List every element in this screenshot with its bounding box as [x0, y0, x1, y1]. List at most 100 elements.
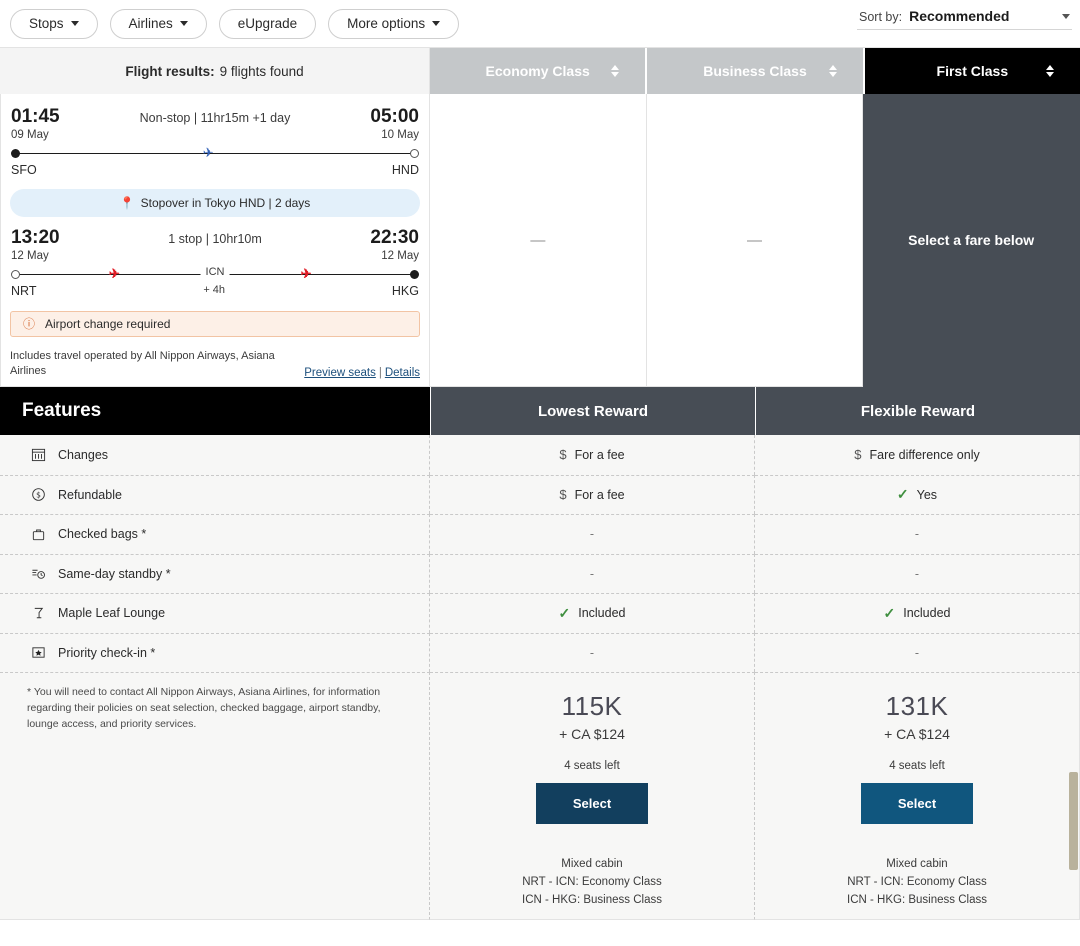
sort-by-label: Sort by: [859, 10, 903, 24]
flight-results-summary: Flight results: 9 flights found [0, 48, 430, 94]
feature-label-text: Same-day standby * [58, 566, 171, 581]
feature-value-text: Included [903, 606, 951, 621]
select-button-lowest-reward[interactable]: Select [536, 783, 648, 824]
fare-cell-economy-value: — [530, 231, 546, 249]
feature-value-refundable-lowest: $ For a fee [430, 474, 755, 514]
page-scrollbar-thumb[interactable] [1069, 772, 1078, 870]
table-row: $ Refundable $ For a fee ✓ Yes [0, 474, 1080, 514]
location-pin-icon: 📍 [119, 195, 135, 210]
mixed-cabin-line-2: ICN - HKG: Business Class [847, 893, 987, 906]
fare-cash-lowest: + CA $124 [559, 726, 625, 742]
feature-label-text: Changes [58, 447, 109, 462]
itinerary-links: Preview seats | Details [304, 367, 420, 379]
feature-value-text: - [589, 566, 595, 581]
features-column-lowest-reward: Lowest Reward [430, 387, 755, 435]
preview-seats-link[interactable]: Preview seats [304, 367, 376, 379]
chevron-down-icon [70, 21, 79, 26]
chevron-down-icon [432, 21, 441, 26]
table-row: Checked bags * - - [0, 514, 1080, 554]
features-column-flexible-reward: Flexible Reward [755, 387, 1080, 435]
leg2-stop-code: ICN [200, 265, 230, 278]
feature-label-text: Priority check-in * [58, 645, 156, 660]
select-button-flexible-reward[interactable]: Select [861, 783, 973, 824]
table-row: Maple Leaf Lounge ✓ Included ✓ Included [0, 593, 1080, 633]
mixed-cabin-title: Mixed cabin [561, 858, 623, 870]
feature-value-checked-bags-lowest: - [430, 514, 755, 554]
filter-airlines-button[interactable]: Airlines [109, 8, 207, 39]
mixed-cabin-line-2: ICN - HKG: Business Class [522, 893, 662, 906]
fare-cell-economy[interactable]: — [430, 94, 647, 387]
fare-seats-left-lowest: 4 seats left [564, 760, 620, 772]
pricing-row: * You will need to contact All Nippon Ai… [0, 672, 1080, 920]
mixed-cabin-line-1: NRT - ICN: Economy Class [847, 875, 987, 888]
table-row: Same-day standby * - - [0, 553, 1080, 593]
fare-cell-business-value: — [747, 231, 762, 249]
airport-change-warning-text: Airport change required [45, 316, 171, 331]
standby-clock-icon [30, 565, 47, 582]
filter-eupgrade-button[interactable]: eUpgrade [218, 8, 317, 39]
fare-cell-business[interactable]: — [646, 94, 864, 387]
sort-by-select[interactable]: Sort by: Recommended [857, 8, 1072, 30]
cabin-tab-business[interactable]: Business Class [647, 48, 865, 94]
priority-star-icon [30, 644, 47, 661]
feature-value-priority-check-in-lowest: - [430, 632, 755, 672]
leg1-depart-time: 01:45 [11, 106, 60, 127]
leg1-depart-date: 09 May [11, 128, 49, 141]
lounge-glass-icon [30, 605, 47, 622]
cabin-tab-economy-label: Economy Class [485, 63, 590, 79]
feature-label-priority-check-in: Priority check-in * [0, 632, 430, 672]
suitcase-icon [30, 526, 47, 543]
cabin-tab-economy[interactable]: Economy Class [430, 48, 648, 94]
feature-label-checked-bags: Checked bags * [0, 514, 430, 554]
feature-label-text: Refundable [58, 487, 122, 502]
features-header-row: Features Lowest Reward Flexible Reward [0, 387, 1080, 435]
fare-option-lowest-reward: 115K + CA $124 4 seats left Select Mixed… [430, 672, 755, 920]
leg1-arrive-date: 10 May [381, 128, 419, 141]
feature-label-refundable: $ Refundable [0, 474, 430, 514]
stopover-banner: 📍 Stopover in Tokyo HND | 2 days [10, 188, 420, 217]
refund-dollar-circle-icon: $ [30, 486, 47, 503]
fare-option-flexible-reward: 131K + CA $124 4 seats left Select Mixed… [755, 672, 1080, 920]
feature-value-text: Fare difference only [869, 447, 980, 462]
fare-cash-flexible: + CA $124 [884, 726, 950, 742]
check-icon: ✓ [558, 604, 571, 621]
cabin-tab-first-label: First Class [936, 63, 1009, 79]
dollar-icon: $ [559, 487, 567, 503]
flight-results-count: 9 flights found [219, 63, 304, 79]
leg1-summary: Non-stop | 11hr15m +1 day [139, 111, 291, 125]
leg2-arrive-time: 22:30 [370, 226, 419, 248]
feature-value-same-day-standby-flexible: - [755, 553, 1080, 593]
leg1-origin-dot [11, 148, 20, 158]
airport-change-warning: ⓘ Airport change required [10, 310, 420, 337]
feature-value-checked-bags-flexible: - [755, 514, 1080, 554]
table-row: Changes $ For a fee $ Fare difference on… [0, 435, 1080, 475]
check-icon: ✓ [883, 604, 896, 621]
fare-cell-first[interactable]: Select a fare below [863, 94, 1080, 387]
stopover-text: Stopover in Tokyo HND | 2 days [140, 195, 311, 210]
leg2-summary: 1 stop | 10hr10m [168, 231, 262, 246]
details-link[interactable]: Details [385, 367, 420, 379]
sort-arrows-icon [611, 65, 620, 77]
features-table: Changes $ For a fee $ Fare difference on… [0, 435, 1080, 672]
feature-value-maple-leaf-lounge-flexible: ✓ Included [755, 593, 1080, 633]
flight-results-label: Flight results: [125, 63, 215, 79]
leg2-layover-duration: + 4h [203, 283, 226, 296]
fare-cell-first-value: Select a fare below [908, 232, 1035, 248]
flight-results-page: Stops Airlines eUpgrade More options Sor… [0, 0, 1080, 946]
cabin-tab-first[interactable]: First Class [864, 48, 1080, 94]
sort-arrows-icon [828, 65, 837, 77]
filter-stops-button[interactable]: Stops [10, 8, 98, 39]
features-footnote: * You will need to contact All Nippon Ai… [27, 686, 381, 730]
svg-text:$: $ [36, 491, 41, 500]
leg1-destination-dot [410, 148, 419, 158]
feature-label-same-day-standby: Same-day standby * [0, 553, 430, 593]
feature-value-text: Included [578, 606, 626, 621]
airplane-icon: ✈ [108, 265, 120, 281]
leg2-origin-code: NRT [11, 283, 37, 298]
filter-more-options-button[interactable]: More options [328, 8, 460, 39]
mixed-cabin-title: Mixed cabin [886, 858, 948, 870]
fare-miles-lowest: 115K [561, 691, 623, 721]
mixed-cabin-note-lowest: Mixed cabin NRT - ICN: Economy Class ICN… [522, 856, 662, 909]
leg2-depart-time: 13:20 [11, 226, 60, 248]
feature-value-maple-leaf-lounge-lowest: ✓ Included [430, 593, 755, 633]
